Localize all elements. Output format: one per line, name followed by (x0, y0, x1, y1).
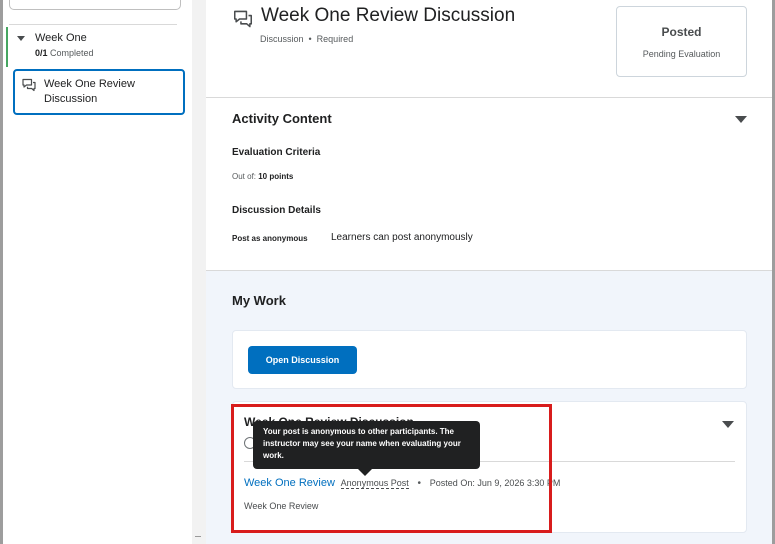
topic-type: Discussion (260, 34, 304, 44)
collapse-toggle-icon[interactable] (722, 421, 734, 428)
module-progress: 0/1 Completed (35, 48, 94, 58)
topic-label: Week One Review Discussion (44, 78, 135, 105)
topic-requirement: Required (316, 34, 354, 44)
status-card: Posted Pending Evaluation (616, 6, 747, 77)
topic-meta: Discussion • Required (260, 34, 353, 44)
status-detail: Pending Evaluation (642, 49, 721, 59)
collapse-toggle-icon[interactable] (735, 116, 747, 123)
module-title: Week One (35, 32, 87, 44)
anonymous-key: Post as anonymous (232, 234, 308, 243)
scrollbar-grip[interactable] (195, 536, 201, 537)
sidebar-scrollbar[interactable] (192, 0, 206, 544)
status-label: Posted (661, 25, 702, 39)
highlight-box (231, 404, 552, 533)
discussion-details-heading: Discussion Details (232, 205, 321, 216)
sidebar-search-box[interactable] (9, 0, 181, 10)
page-title: Week One Review Discussion (261, 5, 516, 26)
sidebar-module-week-one[interactable]: Week One 0/1 Completed (6, 27, 191, 67)
discussion-icon (233, 10, 253, 28)
anonymous-value: Learners can post anonymously (331, 232, 473, 243)
points-value: Out of: 10 points (232, 172, 294, 181)
discussion-icon (22, 78, 36, 92)
open-discussion-button[interactable]: Open Discussion (248, 346, 357, 374)
open-discussion-card: Open Discussion (232, 330, 747, 389)
evaluation-criteria-heading: Evaluation Criteria (232, 147, 321, 158)
topic-header: Week One Review Discussion Discussion • Re… (206, 0, 772, 97)
caret-down-icon[interactable] (17, 36, 25, 41)
sidebar-topic-week-one-review[interactable]: Week One Review Discussion (13, 69, 185, 115)
section-heading: My Work (232, 293, 286, 308)
activity-content-section: Activity Content Evaluation Criteria Out… (206, 98, 772, 270)
meta-separator: • (308, 34, 312, 44)
sidebar-divider (9, 24, 177, 25)
sidebar: Week One 0/1 Completed Week One Review D… (3, 0, 193, 544)
section-heading: Activity Content (232, 111, 332, 126)
